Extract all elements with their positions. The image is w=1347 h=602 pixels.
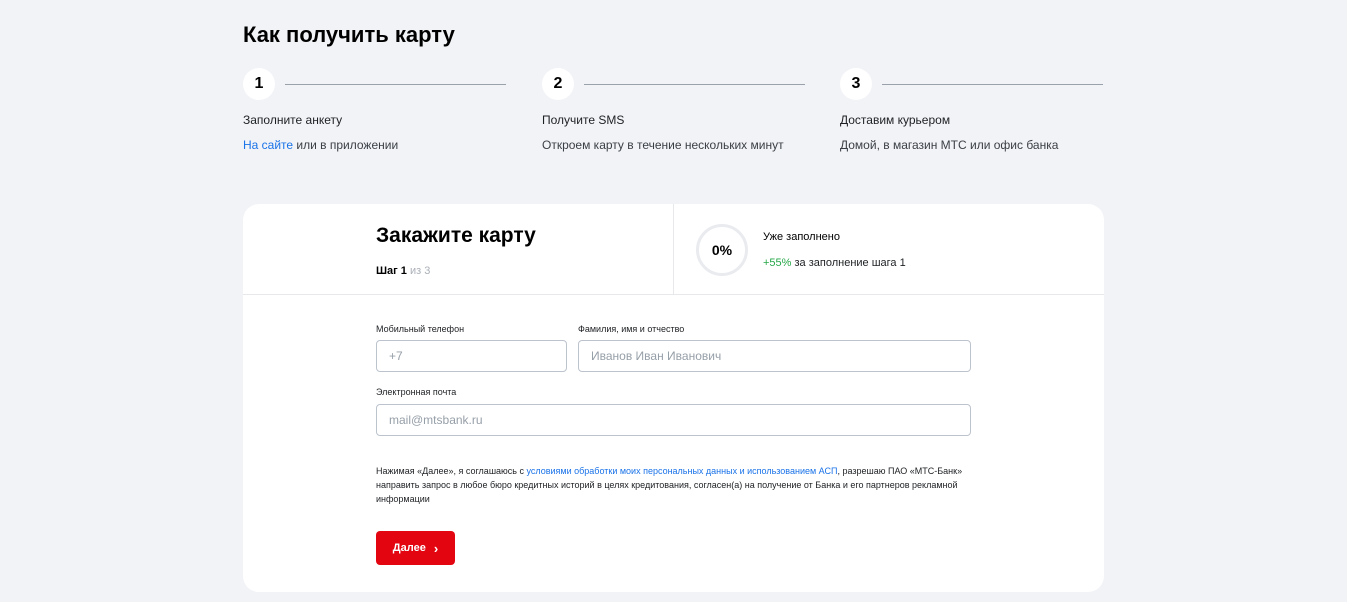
- step-title: Доставим курьером: [840, 113, 951, 127]
- step-3: 3 Доставим курьером Домой, в магазин МТС…: [840, 68, 1103, 152]
- step-number: 1: [243, 68, 275, 100]
- on-site-link[interactable]: На сайте: [243, 138, 293, 152]
- email-label: Электронная почта: [376, 387, 457, 397]
- consent-terms-link[interactable]: условиями обработки моих персональных да…: [526, 466, 837, 476]
- step-number: 3: [840, 68, 872, 100]
- step-indicator: Шаг 1 из 3: [376, 265, 430, 277]
- next-button[interactable]: Далее ›: [376, 531, 455, 565]
- step-divider: [285, 83, 506, 85]
- filled-title: Уже заполнено: [763, 231, 840, 243]
- fullname-input[interactable]: [578, 340, 971, 372]
- step-divider: [584, 83, 805, 85]
- step-1: 1 Заполните анкету На сайте или в прилож…: [243, 68, 506, 152]
- page-title: Как получить карту: [243, 22, 455, 47]
- steps-list: 1 Заполните анкету На сайте или в прилож…: [243, 68, 1104, 168]
- order-title: Закажите карту: [376, 224, 536, 247]
- order-card: Закажите карту Шаг 1 из 3 0% Уже заполне…: [243, 204, 1104, 592]
- fullname-label: Фамилия, имя и отчество: [578, 324, 685, 334]
- step-text: Домой, в магазин МТС или офис банка: [840, 138, 1059, 152]
- current-step: Шаг 1: [376, 265, 407, 277]
- next-button-label: Далее: [392, 542, 426, 554]
- step-text: На сайте или в приложении: [243, 138, 399, 152]
- step-divider: [882, 83, 1103, 85]
- phone-label: Мобильный телефон: [376, 324, 465, 334]
- email-input[interactable]: [376, 404, 971, 436]
- chevron-right-icon: ›: [433, 540, 439, 556]
- step-text: Откроем карту в течение нескольких минут: [542, 138, 784, 152]
- consent-text: Нажимая «Далее», я соглашаюсь с условиям…: [376, 466, 963, 504]
- step-title: Заполните анкету: [243, 113, 343, 127]
- bonus-percent: +55%: [763, 257, 792, 269]
- phone-input[interactable]: [376, 340, 567, 372]
- header-divider: [673, 204, 674, 294]
- step-title: Получите SMS: [542, 113, 625, 127]
- total-steps: из 3: [406, 265, 431, 277]
- filled-bonus: +55% за заполнение шага 1: [763, 257, 906, 269]
- step-2: 2 Получите SMS Откроем карту в течение н…: [542, 68, 805, 152]
- step-number: 2: [542, 68, 574, 100]
- progress-ring: 0%: [696, 224, 748, 276]
